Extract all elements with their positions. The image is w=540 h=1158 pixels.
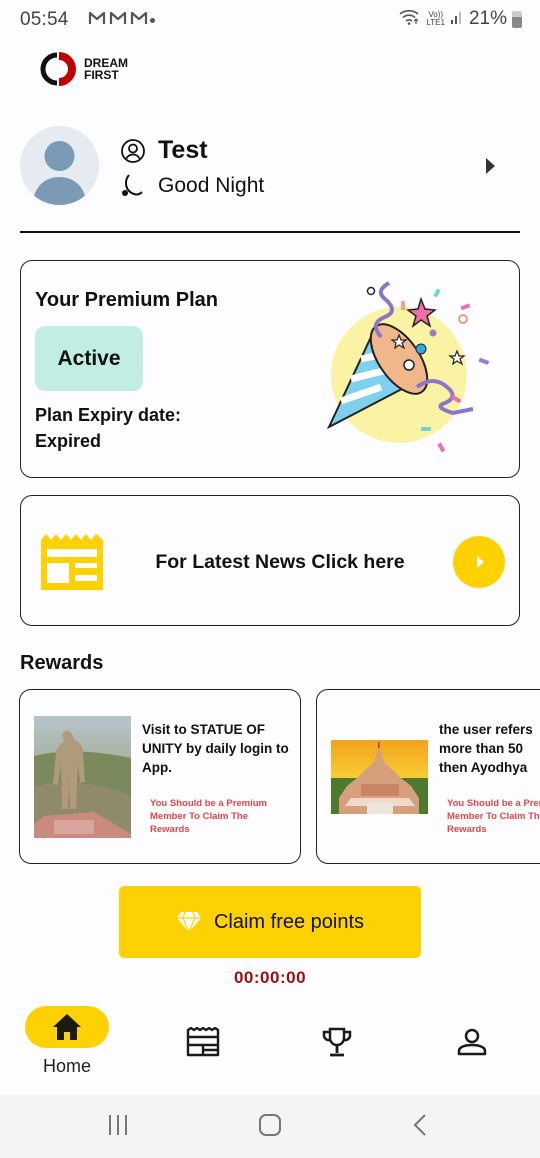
dream-first-logo-icon — [40, 52, 76, 86]
notification-icons — [88, 10, 148, 26]
gmail-icon — [130, 10, 148, 26]
profile-open-arrow-icon[interactable] — [486, 158, 495, 174]
home-screen: 05:54 Vo)) LTE1 21% DREAM FIRST Test Goo… — [0, 0, 540, 1158]
bottom-navigation: Home — [0, 990, 540, 1095]
profile-divider — [20, 231, 520, 233]
nav-home-label: Home — [42, 1056, 91, 1076]
trophy-icon — [322, 1027, 352, 1057]
more-notifications-dot — [150, 18, 155, 23]
nav-home[interactable]: Home — [0, 990, 135, 1090]
home-icon — [53, 1014, 81, 1040]
user-circle-icon — [121, 138, 145, 163]
reward-description-line: the user refers — [439, 722, 533, 737]
reward-note-line: Member To Claim The — [447, 811, 540, 822]
status-time: 05:54 — [20, 9, 69, 30]
status-indicators: Vo)) LTE1 21% — [399, 8, 522, 30]
system-navigation-bar — [0, 1095, 540, 1158]
reward-note-line: You Should be a Premium — [447, 798, 540, 809]
party-popper-illustration — [326, 281, 490, 453]
plan-title: Your Premium Plan — [35, 289, 219, 311]
claim-free-points-button[interactable]: Claim free points — [119, 886, 421, 958]
nav-rewards[interactable] — [270, 990, 405, 1090]
battery-icon — [512, 10, 522, 28]
reward-description: Visit to STATUE OF UNITY by daily login … — [142, 722, 289, 775]
default-avatar-icon — [33, 141, 86, 205]
reward-premium-note: You Should be a Premium Member To Claim … — [447, 797, 540, 836]
status-bar: 05:54 Vo)) LTE1 21% — [0, 0, 540, 40]
profile-icon — [457, 1028, 487, 1056]
play-arrow-icon — [477, 556, 484, 568]
claim-countdown-timer: 00:00:00 — [233, 968, 307, 987]
logo-wordmark: DREAM FIRST — [84, 57, 128, 81]
home-button-icon[interactable] — [257, 1111, 283, 1139]
reward-description-line: more than 50 — [439, 741, 524, 756]
news-go-button[interactable] — [453, 536, 505, 588]
app-logo: DREAM FIRST — [40, 50, 128, 88]
wifi-icon — [399, 9, 421, 30]
gmail-icon — [88, 10, 106, 26]
greeting-row: Good Night — [120, 173, 264, 199]
ayodhya-temple-image — [331, 740, 428, 814]
latest-news-label: For Latest News Click here — [155, 551, 405, 573]
reward-premium-note: You Should be a Premium Member To Claim … — [150, 798, 268, 835]
news-icon — [186, 1027, 220, 1057]
greeting-text: Good Night — [158, 174, 265, 197]
profile-header[interactable]: Test Good Night — [20, 126, 520, 206]
reward-note-line: Rewards — [447, 824, 487, 835]
plan-status-badge: Active — [35, 326, 143, 391]
statue-of-unity-image — [34, 716, 131, 838]
claim-label: Claim free points — [213, 910, 365, 933]
plan-expiry-value: Expired — [35, 431, 102, 451]
reward-card[interactable]: the user refers more than 50 then Ayodhy… — [316, 689, 540, 864]
avatar[interactable] — [20, 126, 99, 205]
rewards-title: Rewards — [20, 652, 104, 674]
latest-news-card[interactable]: For Latest News Click here — [20, 495, 520, 626]
moon-icon — [122, 174, 143, 196]
reward-description-line: then Ayodhya — [439, 760, 528, 775]
reward-description: the user refers more than 50 then Ayodhy… — [439, 720, 540, 777]
diamond-icon — [176, 911, 201, 933]
profile-name: Test — [158, 136, 208, 164]
nav-news[interactable] — [135, 990, 270, 1090]
recent-apps-icon[interactable] — [106, 1111, 130, 1139]
signal-icon — [450, 9, 464, 30]
plan-expiry-label: Plan Expiry date: — [35, 405, 182, 425]
logo-line-2: FIRST — [84, 68, 119, 82]
back-icon[interactable] — [410, 1111, 430, 1139]
reward-card[interactable]: Visit to STATUE OF UNITY by daily login … — [19, 689, 301, 864]
profile-name-row: Test — [120, 136, 208, 165]
lte-label: LTE1 — [426, 18, 445, 27]
premium-plan-card: Your Premium Plan Active Plan Expiry dat… — [20, 260, 520, 478]
battery-percent: 21% — [468, 8, 507, 29]
nav-profile[interactable] — [405, 990, 540, 1090]
rewards-carousel[interactable]: Visit to STATUE OF UNITY by daily login … — [0, 688, 540, 866]
gmail-icon — [109, 10, 127, 26]
volte-indicator: Vo)) LTE1 — [426, 11, 445, 27]
